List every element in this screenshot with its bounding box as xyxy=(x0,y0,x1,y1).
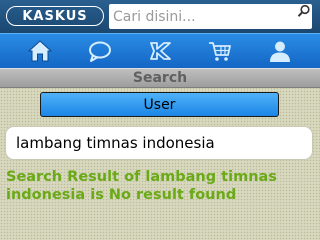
kaskus-logo[interactable]: KASKUS xyxy=(6,6,104,26)
home-icon xyxy=(27,40,53,62)
nav-chat[interactable] xyxy=(80,36,120,66)
nav-home[interactable] xyxy=(20,36,60,66)
chat-bubble-icon xyxy=(89,41,111,62)
user-icon xyxy=(270,41,290,62)
search-result-message: Search Result of lambang timnas indonesi… xyxy=(6,169,277,203)
search-box xyxy=(109,4,312,29)
nav-kaskus[interactable] xyxy=(140,36,180,66)
kaskus-k-icon xyxy=(150,42,171,60)
search-icon[interactable] xyxy=(297,4,311,18)
top-bar: KASKUS xyxy=(0,0,320,33)
user-filter-button[interactable]: User xyxy=(40,92,279,117)
nav-cart[interactable] xyxy=(200,36,240,66)
page-title: Search xyxy=(0,68,320,88)
nav-profile[interactable] xyxy=(260,36,300,66)
search-input[interactable] xyxy=(109,4,312,29)
nav-bar xyxy=(0,33,320,68)
search-query-display: lambang timnas indonesia xyxy=(5,126,313,160)
shopping-cart-icon xyxy=(209,42,231,61)
